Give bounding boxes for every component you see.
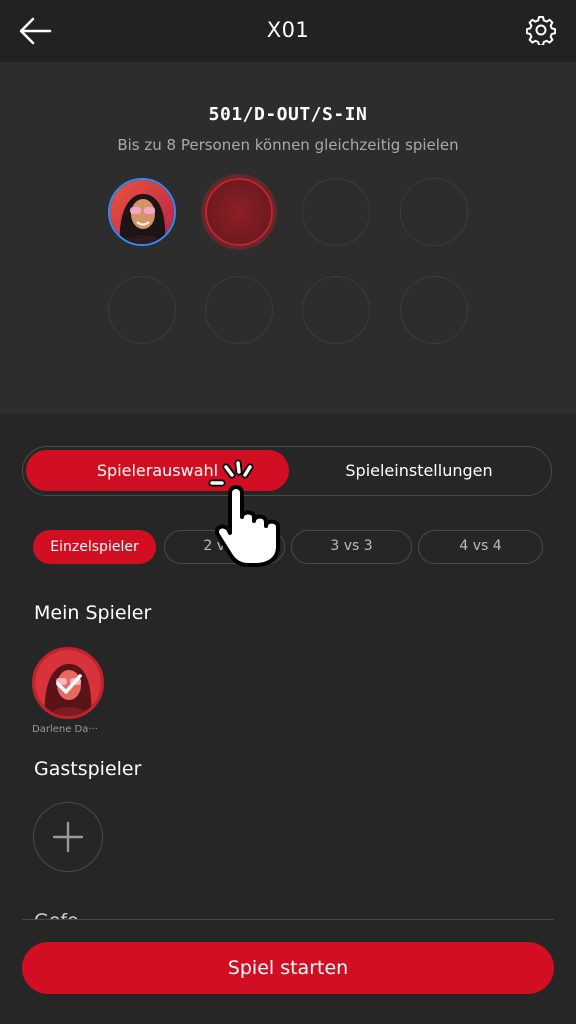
chip-single-player[interactable]: Einzelspieler: [33, 530, 156, 564]
gear-icon[interactable]: [526, 15, 556, 45]
plus-icon: [52, 821, 84, 853]
start-game-button[interactable]: Spiel starten: [22, 942, 554, 994]
avatar: [35, 650, 101, 716]
tab-game-settings[interactable]: Spieleinstellungen: [289, 450, 549, 491]
avatar: [110, 180, 174, 244]
my-player-name: Darlene Da···: [32, 724, 98, 735]
player-slot-8[interactable]: [400, 276, 468, 344]
top-bar: X01: [0, 0, 576, 62]
chip-4vs4[interactable]: 4 vs 4: [418, 530, 543, 564]
player-slot-1-avatar[interactable]: [108, 178, 176, 246]
player-slot-7[interactable]: [302, 276, 370, 344]
game-mode-label: 501/D-OUT/S-IN: [208, 104, 368, 125]
player-slots-panel: 501/D-OUT/S-IN Bis zu 8 Personen können …: [0, 62, 576, 414]
my-player-avatar[interactable]: [32, 647, 104, 719]
player-slot-2-active[interactable]: [205, 178, 273, 246]
tap-hint-hand-icon: [208, 459, 280, 567]
player-slot-6[interactable]: [205, 276, 273, 344]
add-guest-button[interactable]: [33, 802, 103, 872]
player-limit-hint: Bis zu 8 Personen können gleichzeitig sp…: [117, 136, 459, 154]
my-player-heading: Mein Spieler: [34, 602, 152, 624]
page-title: X01: [266, 18, 310, 42]
player-slot-4[interactable]: [400, 178, 468, 246]
guest-player-heading: Gastspieler: [34, 758, 142, 780]
player-slot-5[interactable]: [108, 276, 176, 344]
divider: [22, 919, 554, 920]
player-slot-3[interactable]: [302, 178, 370, 246]
